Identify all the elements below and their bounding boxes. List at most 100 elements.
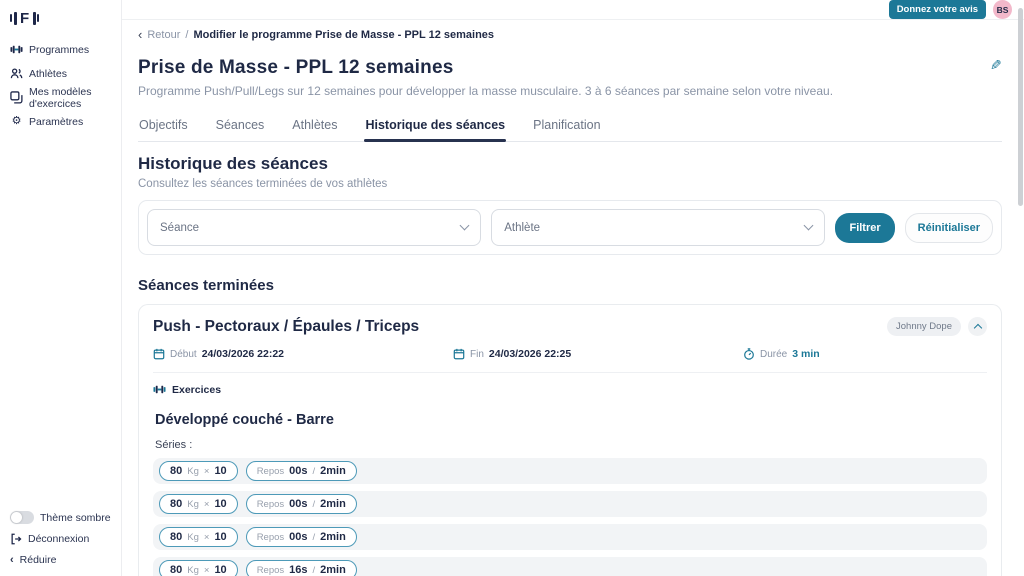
rest-target: 2min — [320, 465, 346, 477]
times-symbol: × — [204, 565, 210, 576]
breadcrumb-current: Modifier le programme Prise de Masse - P… — [193, 29, 494, 41]
calendar-icon — [153, 348, 165, 360]
slash-separator: / — [313, 466, 316, 477]
set-weight: 80 — [170, 465, 182, 477]
completed-sessions-title: Séances terminées — [138, 277, 1002, 294]
sidebar-item-parametres[interactable]: ⚙ Paramètres — [10, 112, 121, 131]
back-chevron-icon[interactable]: ‹ — [138, 28, 142, 41]
duration-label: Durée — [760, 349, 787, 360]
rest-pill: Repos 16s / 2min — [246, 560, 357, 576]
chevron-down-icon — [460, 221, 470, 231]
weight-reps-pill: 80 Kg × 10 — [159, 560, 238, 576]
set-row: 80 Kg × 10 Repos 00s / 2min — [153, 524, 987, 550]
set-row: 80 Kg × 10 Repos 16s / 2min — [153, 557, 987, 576]
weight-reps-pill: 80 Kg × 10 — [159, 461, 238, 481]
sidebar-item-modeles[interactable]: Mes modèles d'exercices — [10, 88, 121, 107]
filter-card: Séance Athlète Filtrer Réinitialiser — [138, 200, 1002, 255]
athlete-select[interactable]: Athlète — [491, 209, 825, 246]
slash-separator: / — [313, 565, 316, 576]
reset-button[interactable]: Réinitialiser — [905, 213, 993, 243]
rest-label: Repos — [257, 499, 284, 510]
start-label: Début — [170, 349, 197, 360]
gear-icon: ⚙ — [10, 116, 23, 127]
breadcrumb-back-link[interactable]: Retour — [147, 29, 180, 41]
chevron-down-icon — [804, 221, 814, 231]
theme-toggle-row[interactable]: Thème sombre — [10, 511, 121, 524]
collapse-sidebar-button[interactable]: ‹ Réduire — [10, 554, 121, 566]
end-value: 24/03/2026 22:25 — [489, 348, 571, 360]
times-symbol: × — [204, 466, 210, 477]
chevron-up-icon — [973, 324, 981, 332]
exercise-name: Développé couché - Barre — [155, 412, 987, 428]
set-row: 80 Kg × 10 Repos 00s / 2min — [153, 491, 987, 517]
tab-athletes[interactable]: Athlètes — [291, 118, 338, 141]
breadcrumb-separator: / — [185, 29, 188, 41]
weight-reps-pill: 80 Kg × 10 — [159, 494, 238, 514]
breadcrumb: ‹ Retour / Modifier le programme Prise d… — [138, 28, 1002, 41]
dumbbell-icon — [10, 43, 23, 56]
logout-button[interactable]: Déconnexion — [10, 533, 121, 545]
history-title: Historique des séances — [138, 154, 1002, 174]
seance-select-placeholder: Séance — [160, 222, 199, 234]
feedback-button[interactable]: Donnez votre avis — [889, 0, 986, 19]
edit-program-icon[interactable]: ✎ — [990, 57, 1002, 74]
topbar: Donnez votre avis BS — [122, 0, 1024, 20]
logout-label: Déconnexion — [28, 533, 89, 545]
collapse-label: Réduire — [20, 554, 57, 566]
scrollbar-thumb[interactable] — [1018, 8, 1023, 206]
session-title: Push - Pectoraux / Épaules / Triceps — [153, 318, 419, 336]
tab-objectifs[interactable]: Objectifs — [138, 118, 189, 141]
rest-pill: Repos 00s / 2min — [246, 461, 357, 481]
slash-separator: / — [313, 532, 316, 543]
filter-button[interactable]: Filtrer — [835, 213, 894, 243]
users-icon — [10, 67, 23, 80]
exercises-label: Exercices — [172, 384, 221, 396]
user-avatar[interactable]: BS — [993, 0, 1012, 19]
sidebar-item-programmes[interactable]: Programmes — [10, 40, 121, 59]
page-description: Programme Push/Pull/Legs sur 12 semaines… — [138, 84, 833, 98]
weight-unit: Kg — [187, 565, 199, 576]
duration-value: 3 min — [792, 348, 819, 360]
rest-label: Repos — [257, 466, 284, 477]
rest-pill: Repos 00s / 2min — [246, 527, 357, 547]
set-weight: 80 — [170, 498, 182, 510]
sidebar-item-label: Mes modèles d'exercices — [29, 86, 121, 110]
athlete-select-placeholder: Athlète — [504, 222, 540, 234]
set-reps: 10 — [214, 564, 226, 576]
sidebar-item-label: Paramètres — [29, 116, 83, 128]
set-reps: 10 — [214, 465, 226, 477]
set-weight: 80 — [170, 564, 182, 576]
theme-toggle-switch[interactable] — [10, 511, 34, 524]
start-value: 24/03/2026 22:22 — [202, 348, 284, 360]
sidebar-item-athletes[interactable]: Athlètes — [10, 64, 121, 83]
app-window: F Programmes — [0, 0, 1024, 576]
session-card: Push - Pectoraux / Épaules / Triceps Joh… — [138, 304, 1002, 576]
rest-value: 00s — [289, 531, 307, 543]
rest-label: Repos — [257, 565, 284, 576]
rest-pill: Repos 00s / 2min — [246, 494, 357, 514]
set-reps: 10 — [214, 531, 226, 543]
seance-select[interactable]: Séance — [147, 209, 481, 246]
app-logo: F — [10, 6, 121, 30]
history-subtitle: Consultez les séances terminées de vos a… — [138, 178, 1002, 190]
templates-icon — [10, 91, 23, 104]
weight-unit: Kg — [187, 532, 199, 543]
calendar-icon — [453, 348, 465, 360]
sidebar-item-label: Programmes — [29, 44, 89, 56]
rest-value: 16s — [289, 564, 307, 576]
set-reps: 10 — [214, 498, 226, 510]
main-area: Donnez votre avis BS ‹ Retour / Modifier… — [122, 0, 1024, 576]
logo-letter: F — [20, 10, 29, 27]
series-label: Séries : — [155, 439, 987, 451]
tab-seances[interactable]: Séances — [215, 118, 266, 141]
sidebar-item-label: Athlètes — [29, 68, 67, 80]
collapse-session-button[interactable] — [968, 317, 987, 336]
rest-target: 2min — [320, 564, 346, 576]
tab-planification[interactable]: Planification — [532, 118, 601, 141]
rest-target: 2min — [320, 531, 346, 543]
sidebar: F Programmes — [0, 0, 122, 576]
chevron-left-icon: ‹ — [10, 555, 14, 566]
athlete-badge: Johnny Dope — [887, 317, 961, 336]
tab-historique-des-seances[interactable]: Historique des séances — [364, 118, 506, 141]
theme-toggle-label: Thème sombre — [40, 512, 111, 524]
